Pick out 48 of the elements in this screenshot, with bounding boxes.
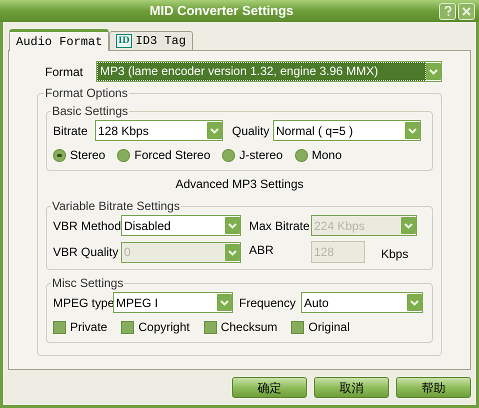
help-button[interactable] — [439, 2, 456, 20]
dropdown[interactable]: 128 Kbps — [95, 120, 223, 141]
dropdown[interactable]: Normal ( q=5 ) — [273, 120, 421, 141]
radio-button[interactable] — [222, 148, 236, 162]
option-label: Copyright — [138, 319, 190, 336]
option-label: Mono — [312, 147, 342, 164]
option-label: Stereo — [70, 147, 106, 164]
field-label: Frequency — [239, 294, 297, 312]
field-label: Format — [45, 64, 84, 80]
group-title: Variable Bitrate Settings — [51, 198, 181, 215]
window-title: MID Converter Settings — [148, 2, 294, 20]
question-mark-icon — [444, 6, 452, 16]
radio-button[interactable] — [294, 148, 308, 162]
field-label: VBR Quality — [53, 244, 120, 261]
dropdown[interactable]: Disabled — [121, 215, 241, 236]
dropdown[interactable]: Auto — [301, 292, 423, 313]
option-label: Original — [308, 319, 350, 336]
field-label: Quality — [232, 122, 270, 140]
dialog-button[interactable]: 确定 — [232, 377, 307, 398]
section-title: Advanced MP3 Settings — [174, 176, 305, 193]
close-button[interactable] — [458, 2, 475, 20]
close-icon — [462, 6, 471, 16]
checkbox[interactable] — [121, 320, 134, 334]
dropdown[interactable]: MP3 (lame encoder version 1.32, engine 3.96 MMX) — [96, 61, 442, 82]
checkbox[interactable] — [291, 320, 304, 334]
option-label: Forced Stereo — [134, 147, 210, 164]
dialog-button[interactable]: 帮助 — [396, 377, 471, 398]
option-label: J-stereo — [239, 147, 283, 164]
radio-button[interactable] — [117, 148, 130, 162]
group-title: Format Options — [44, 85, 129, 102]
radio-button[interactable] — [53, 148, 66, 162]
dialog-button[interactable]: 取消 — [314, 377, 389, 398]
group-title: Misc Settings — [51, 275, 124, 292]
group-title: Basic Settings — [51, 103, 130, 120]
field-label: Max Bitrate — [249, 218, 311, 234]
field-label: Bitrate — [53, 122, 89, 140]
checkbox[interactable] — [53, 320, 66, 334]
field-label: Kbps — [381, 246, 408, 263]
option-label: Checksum — [220, 319, 278, 336]
tab[interactable]: ID ID3 Tag — [109, 31, 193, 50]
checkbox[interactable] — [204, 320, 217, 334]
field-label: ABR — [249, 242, 275, 259]
tab[interactable]: Audio Format — [9, 29, 110, 51]
field-label: MPEG type — [53, 294, 113, 312]
field-label: VBR Method — [53, 218, 121, 234]
id-tag-icon: ID — [116, 34, 132, 48]
option-label: Private — [70, 319, 108, 336]
dropdown[interactable]: MPEG I — [113, 292, 233, 313]
